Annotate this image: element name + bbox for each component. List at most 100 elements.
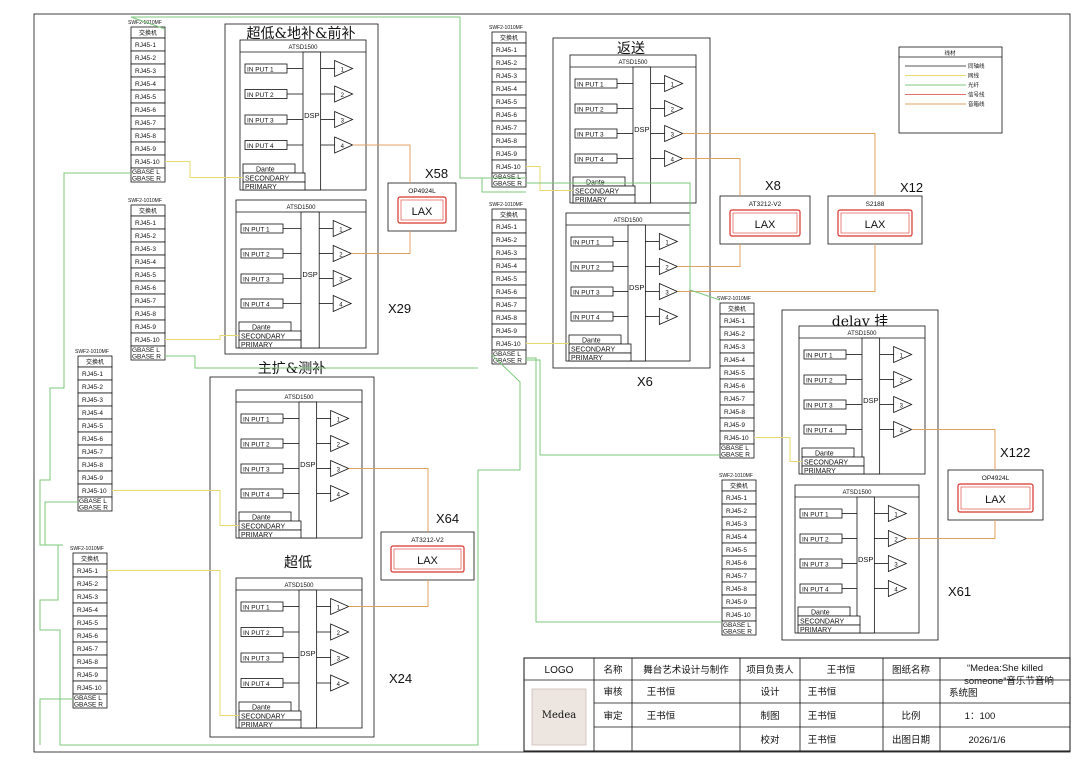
switch-port-label: RJ45-2 (135, 55, 156, 62)
legend-title: 线材 (944, 49, 956, 57)
switch-gbase-r: GBASE R (493, 181, 522, 188)
check-label: 校对 (760, 734, 780, 746)
dsp-input-label: IN PUT 2 (247, 92, 274, 99)
amplifier-model: OP4924L (982, 475, 1010, 482)
switch-port-label: RJ45-4 (77, 607, 98, 614)
dsp-model-label: ATSD1500 (848, 331, 878, 337)
dsp-input-label: IN PUT 4 (243, 302, 270, 309)
primary-label: PRIMARY (241, 722, 273, 729)
dante-label: Dante (582, 338, 601, 345)
name-label: 名称 (603, 664, 623, 676)
switch-port-label: RJ45-7 (724, 396, 745, 403)
primary-label: PRIMARY (804, 468, 836, 475)
switch-port-label: RJ45-3 (496, 250, 517, 257)
primary-label: PRIMARY (245, 184, 277, 191)
switch-port-label: RJ45-10 (135, 159, 160, 166)
amp-id-X58: X58 (425, 166, 448, 181)
secondary-label: SECONDARY (241, 524, 286, 531)
switch-model-label: SWF2-1010MF (489, 202, 523, 208)
dsp-input-label: IN PUT 4 (577, 157, 604, 164)
switch-model-label: SWF2-1010MF (75, 349, 109, 355)
project-lead-label: 项目负责人 (746, 664, 794, 676)
switch-gbase-r: GBASE R (493, 358, 522, 365)
dante-label: Dante (256, 167, 275, 174)
dsp-input-label: IN PUT 2 (243, 442, 270, 449)
switch-port-label: RJ45-10 (77, 685, 102, 692)
review-label: 审核 (603, 686, 623, 698)
legend-box (898, 46, 1003, 134)
switch-port-label: RJ45-7 (77, 646, 98, 653)
dsp-input-label: IN PUT 1 (573, 240, 600, 247)
switch-port-label: RJ45-6 (496, 289, 517, 296)
switch-port-label: RJ45-5 (135, 94, 156, 101)
switch-port-label: RJ45-5 (82, 423, 103, 430)
fiber-cable (526, 357, 722, 623)
primary-label: PRIMARY (571, 355, 603, 362)
lax-logo: LAX (412, 206, 433, 218)
dsp-core-label: DSP (629, 283, 644, 292)
switch-header-label: 交换机 (500, 34, 518, 42)
legend-item-label: 音箱线 (968, 100, 985, 108)
dsp-input-label: IN PUT 1 (247, 67, 274, 74)
switch-port-label: RJ45-4 (726, 534, 747, 541)
amplifier-model: S2188 (866, 201, 885, 208)
dsp-input-label: IN PUT 3 (243, 277, 270, 284)
fiber-cable (44, 501, 78, 546)
ethernet-cable (526, 166, 573, 191)
dsp-input-label: IN PUT 4 (573, 315, 600, 322)
dsp-input-label: IN PUT 1 (806, 353, 833, 360)
dsp-input-label: IN PUT 3 (243, 467, 270, 474)
drawing-name-value-1: “Medea:She killed (967, 663, 1043, 674)
switch-port-label: RJ45-5 (724, 370, 745, 377)
fiber-cable (39, 698, 73, 745)
speaker-cable (906, 520, 996, 539)
switch-port-label: RJ45-2 (496, 60, 517, 67)
switch-header-label: 交换机 (86, 358, 104, 366)
dsp-input-label: IN PUT 2 (243, 630, 270, 637)
switch-port-label: RJ45-2 (77, 581, 98, 588)
switch-port-label: RJ45-10 (135, 337, 160, 344)
dsp-core (856, 496, 875, 634)
switch-port-label: RJ45-1 (496, 47, 517, 54)
switch-port-label: RJ45-3 (724, 344, 745, 351)
switch-gbase-r: GBASE R (721, 452, 750, 459)
amplifier-model: OP4924L (408, 188, 436, 195)
switch-port-label: RJ45-1 (496, 224, 517, 231)
ethernet-cable (107, 570, 239, 716)
switch-port-label: RJ45-10 (82, 488, 107, 495)
switch-port-label: RJ45-8 (77, 659, 98, 666)
amplifier-model: AT3212-V2 (411, 537, 444, 544)
switch-gbase-r: GBASE R (132, 354, 161, 361)
secondary-label: SECONDARY (575, 189, 620, 196)
dsp-input-label: IN PUT 4 (802, 587, 829, 594)
dsp-model-label: ATSD1500 (287, 205, 317, 211)
primary-label: PRIMARY (800, 627, 832, 634)
design-label: 设计 (760, 686, 780, 698)
project-lead-value: 王书恒 (827, 664, 856, 676)
date-label: 出图日期 (892, 734, 930, 746)
dsp-input-label: IN PUT 1 (243, 227, 270, 234)
dsp-input-label: IN PUT 2 (243, 252, 270, 259)
switch-port-label: RJ45-7 (135, 120, 156, 127)
amp-id-X12: X12 (900, 180, 923, 195)
switch-port-label: RJ45-7 (726, 573, 747, 580)
amp-id-X64: X64 (436, 511, 459, 526)
date-value: 2026/1/6 (969, 735, 1006, 746)
switch-port-label: RJ45-5 (496, 276, 517, 283)
ethernet-cable (165, 335, 239, 340)
fiber-cable (526, 359, 720, 456)
switch-header-label: 交换机 (139, 29, 157, 37)
switch-port-label: RJ45-1 (135, 42, 156, 49)
dsp-input-label: IN PUT 3 (247, 118, 274, 125)
switch-port-label: RJ45-3 (496, 73, 517, 80)
logo-label: LOGO (545, 665, 574, 676)
switch-port-label: RJ45-9 (82, 475, 103, 482)
switch-port-label: RJ45-7 (82, 449, 103, 456)
switch-port-label: RJ45-8 (496, 138, 517, 145)
switch-port-label: RJ45-1 (82, 371, 103, 378)
dsp-core (298, 401, 318, 539)
switch-header-label: 交换机 (728, 305, 746, 313)
legend-item-label: 信号线 (968, 91, 985, 99)
switch-port-label: RJ45-6 (724, 383, 745, 390)
switch-port-label: RJ45-5 (135, 272, 156, 279)
